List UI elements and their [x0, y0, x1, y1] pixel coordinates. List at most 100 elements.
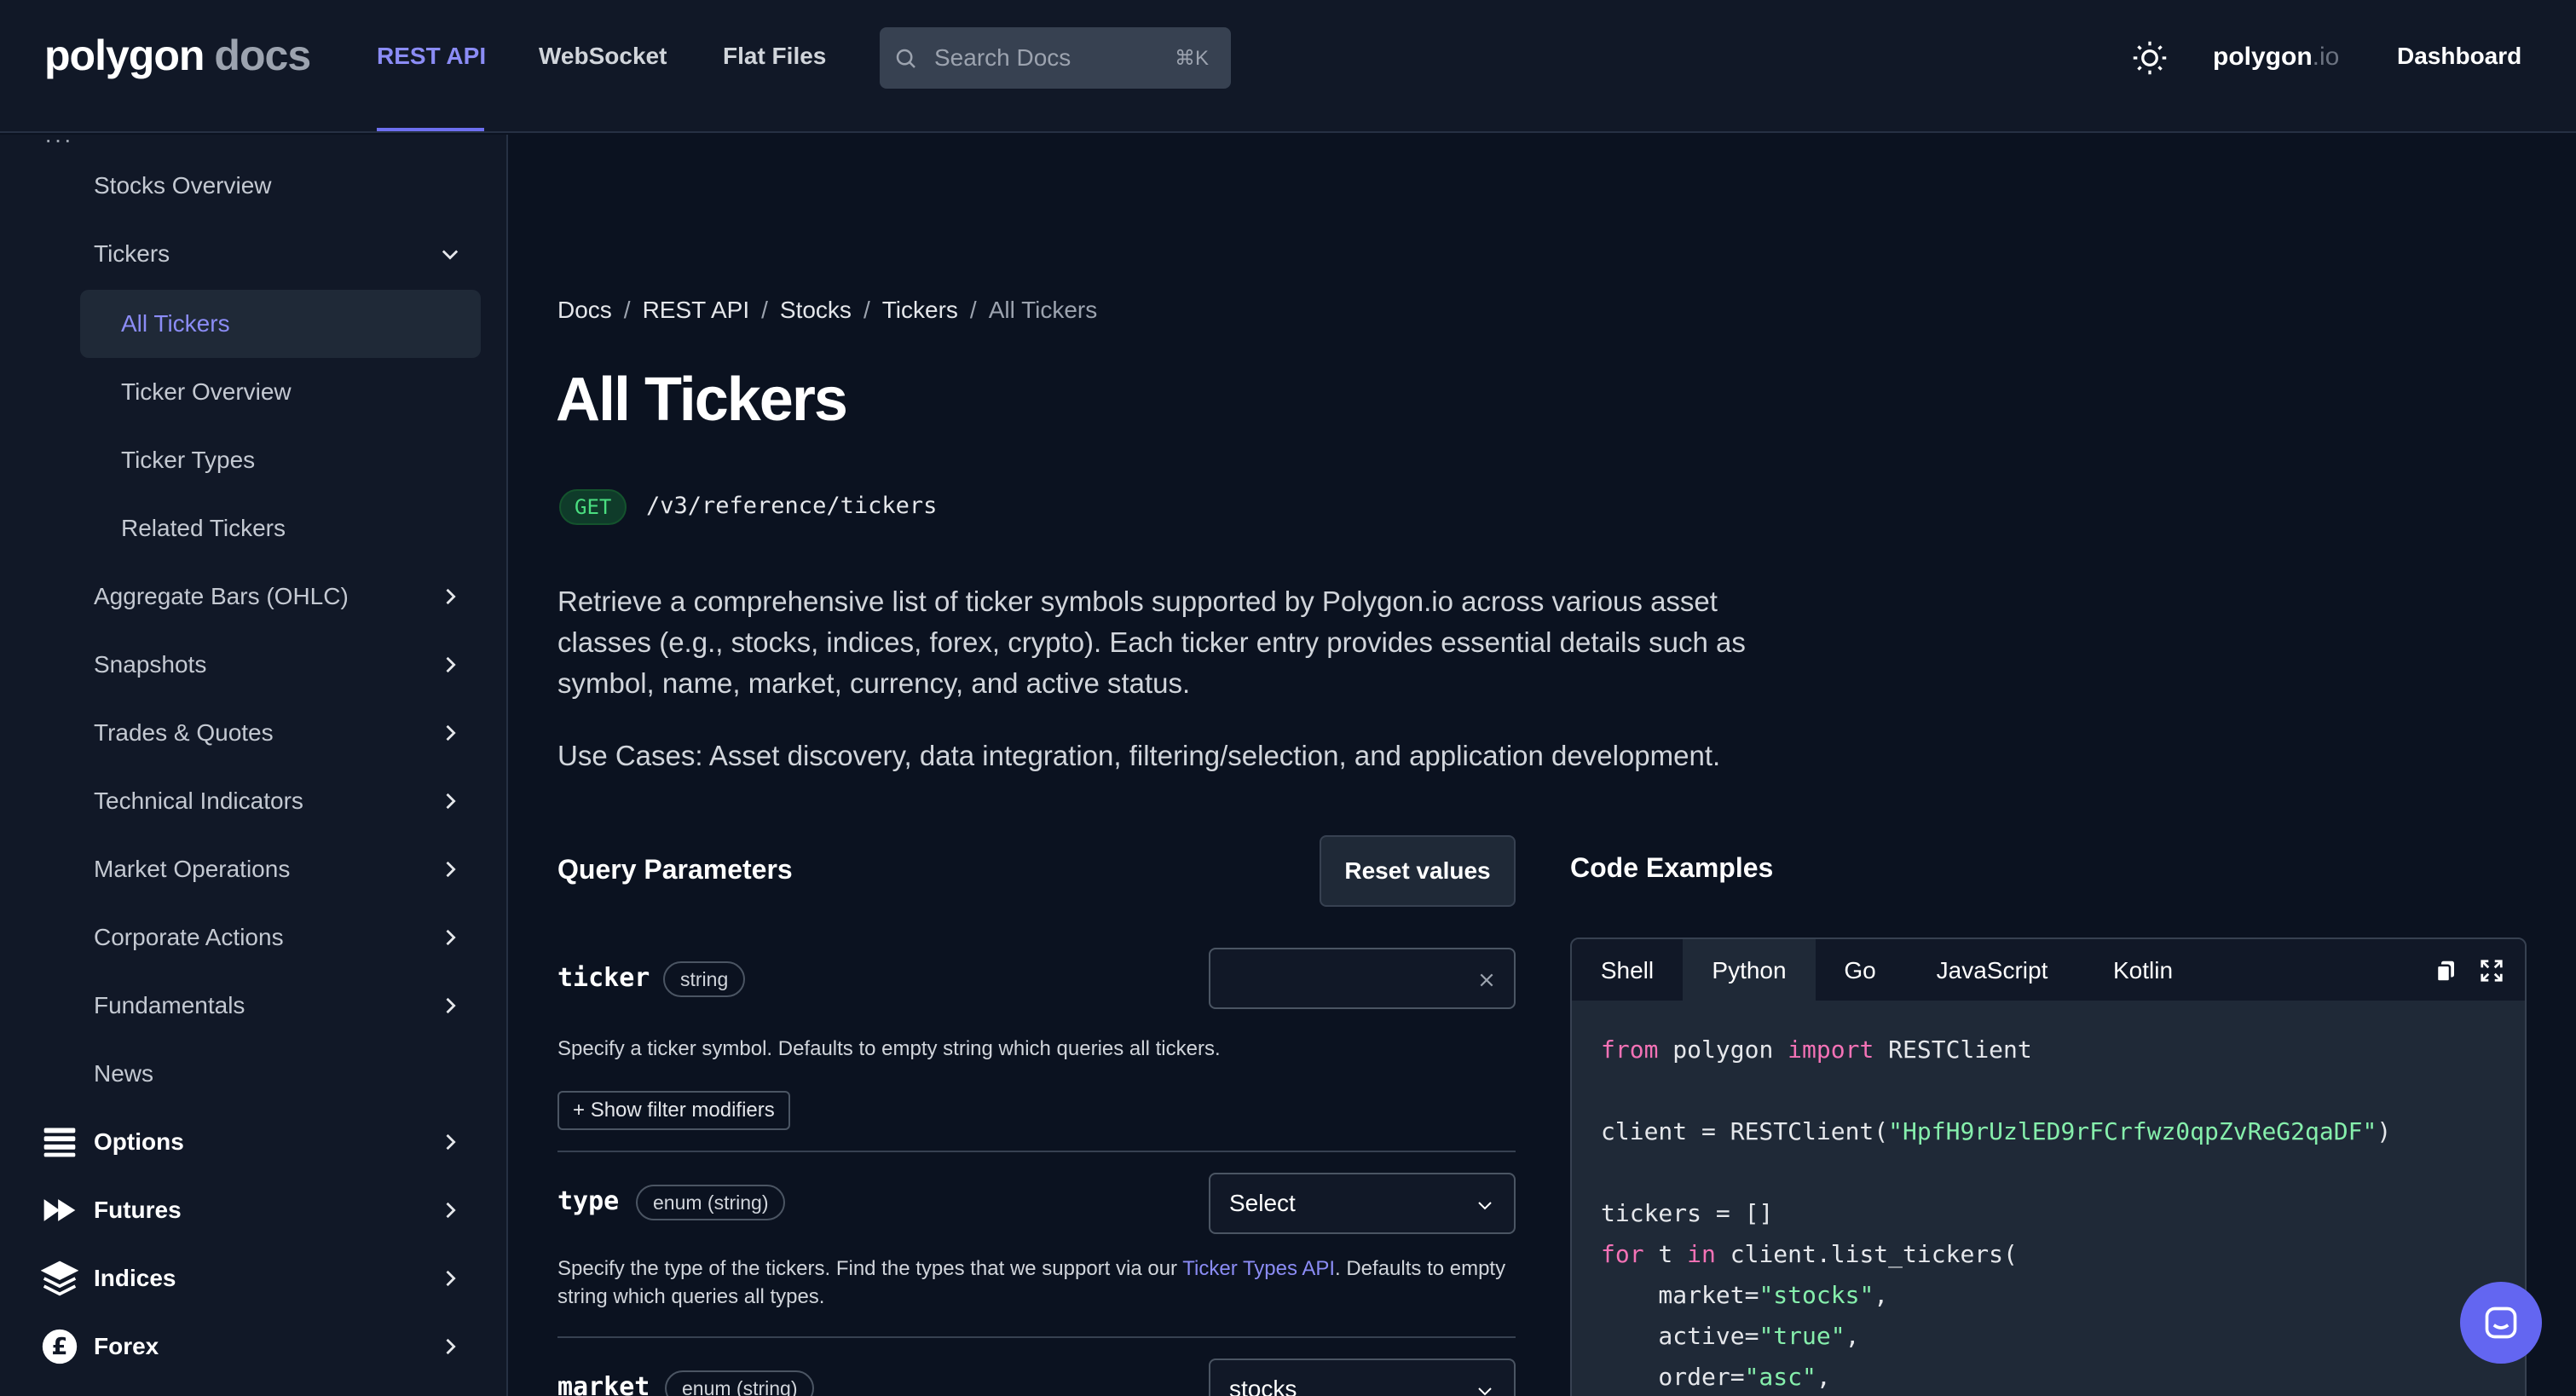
sidebar-group-options[interactable]: Options [94, 1125, 184, 1159]
sidebar-item-technical-indicators[interactable]: Technical Indicators [94, 784, 303, 818]
sidebar-item-corporate-actions[interactable]: Corporate Actions [94, 920, 284, 955]
sidebar-item-market-operations[interactable]: Market Operations [94, 852, 290, 886]
param-type-type: enum (string) [636, 1185, 786, 1220]
sidebar-group-futures[interactable]: Futures [94, 1193, 182, 1227]
more-icon: ··· [44, 126, 73, 153]
http-method-badge: GET [559, 489, 627, 525]
chevron-down-icon [1478, 1202, 1492, 1210]
breadcrumb-tickers[interactable]: Tickers [882, 297, 958, 323]
plus-icon: + [573, 1099, 591, 1122]
sidebar-item-news[interactable]: News [94, 1057, 153, 1091]
tab-javascript[interactable]: JavaScript [1904, 939, 2080, 1002]
search-placeholder: Search Docs [934, 44, 1071, 71]
brand-main: polygon [2213, 43, 2313, 71]
expand-icon[interactable] [2479, 958, 2504, 984]
copy-icon[interactable] [2433, 958, 2458, 984]
forex-pound-icon: £ [42, 1329, 78, 1364]
param-market-name: market [557, 1372, 650, 1396]
sidebar-item-all-tickers[interactable]: All Tickers [121, 307, 230, 341]
sidebar-item-related-tickers[interactable]: Related Tickers [121, 511, 286, 545]
search-shortcut: ⌘K [1174, 47, 1209, 70]
sidebar: ··· Stocks Overview Tickers All Tickers … [0, 126, 508, 1396]
nav-websocket[interactable]: WebSocket [539, 43, 667, 70]
chevron-right-icon[interactable] [438, 1335, 462, 1359]
market-select-value: stocks [1229, 1376, 1297, 1396]
sidebar-item-ticker-types[interactable]: Ticker Types [121, 443, 255, 477]
chevron-right-icon[interactable] [438, 653, 462, 677]
divider [557, 1151, 1516, 1152]
chevron-right-icon[interactable] [438, 1130, 462, 1154]
use-cases: Use Cases: Asset discovery, data integra… [557, 740, 1721, 771]
type-select-value: Select [1229, 1190, 1296, 1216]
param-type-name: type [557, 1186, 620, 1216]
breadcrumb-rest-api[interactable]: REST API [643, 297, 750, 323]
search-input[interactable]: Search Docs ⌘K [880, 27, 1231, 89]
type-select[interactable]: Select [1209, 1173, 1516, 1234]
divider [557, 1336, 1516, 1338]
tab-python[interactable]: Python [1683, 939, 1816, 1002]
api-key: HpfH9rUzlED9rFCrfwz0qpZvReG2qaDF [1903, 1117, 2363, 1145]
chevron-right-icon[interactable] [438, 926, 462, 949]
code-block: from polygon import RESTClient client = … [1601, 1035, 2392, 1391]
clear-icon[interactable] [1478, 972, 1495, 989]
sun-icon[interactable] [2131, 39, 2169, 77]
search-icon [896, 49, 915, 68]
code-examples-title: Code Examples [1570, 852, 1774, 883]
chevron-right-icon[interactable] [438, 585, 462, 609]
nav-rest-api[interactable]: REST API [377, 43, 486, 70]
sidebar-item-fundamentals[interactable]: Fundamentals [94, 989, 245, 1023]
param-ticker-name: ticker [557, 963, 650, 993]
chat-button[interactable] [2460, 1282, 2542, 1364]
chevron-right-icon[interactable] [438, 789, 462, 813]
logo[interactable]: polygon docs [44, 31, 311, 80]
tab-kotlin[interactable]: Kotlin [2080, 939, 2206, 1002]
breadcrumb: Docs / REST API / Stocks / Tickers / All Tickers [557, 297, 1098, 323]
chevron-right-icon[interactable] [438, 1198, 462, 1222]
brand-suffix: .io [2312, 43, 2340, 71]
sidebar-item-ticker-overview[interactable]: Ticker Overview [121, 375, 292, 409]
code-panel: Shell Python Go JavaScript Kotlin from p… [1570, 937, 2527, 1396]
show-filter-modifiers-button[interactable]: + Show filter modifiers [557, 1091, 790, 1130]
logo-main: polygon [44, 32, 205, 79]
sidebar-item-aggregate-bars[interactable]: Aggregate Bars (OHLC) [94, 580, 349, 614]
chevron-down-icon[interactable] [438, 242, 462, 266]
ticker-input[interactable] [1209, 948, 1516, 1009]
breadcrumb-stocks[interactable]: Stocks [780, 297, 852, 323]
indices-icon [41, 1260, 78, 1296]
top-navbar: polygon docs REST API WebSocket Flat File… [0, 0, 2576, 133]
chevron-right-icon[interactable] [438, 1266, 462, 1290]
market-select[interactable]: stocks [1209, 1359, 1516, 1396]
reset-values-button[interactable]: Reset values [1320, 835, 1516, 907]
tab-shell[interactable]: Shell [1572, 939, 1683, 1002]
sidebar-item-tickers[interactable]: Tickers [94, 237, 170, 271]
polygon-io-link[interactable]: polygon.io [2213, 43, 2339, 72]
query-params-title: Query Parameters [557, 854, 793, 885]
breadcrumb-docs[interactable]: Docs [557, 297, 612, 323]
futures-icon [43, 1199, 76, 1221]
sidebar-item-snapshots[interactable]: Snapshots [94, 648, 206, 682]
page-description: Retrieve a comprehensive list of ticker … [557, 586, 1746, 699]
nav-flat-files[interactable]: Flat Files [723, 43, 826, 70]
chevron-right-icon[interactable] [438, 721, 462, 745]
nav-active-indicator [377, 128, 484, 131]
options-icon [43, 1128, 76, 1157]
param-ticker-type: string [663, 961, 746, 997]
filter-label: Show filter modifiers [590, 1099, 775, 1122]
breadcrumb-current: All Tickers [988, 297, 1098, 323]
dashboard-link[interactable]: Dashboard [2397, 43, 2521, 70]
tab-go[interactable]: Go [1816, 939, 1904, 1002]
sidebar-group-forex[interactable]: Forex [94, 1330, 159, 1364]
code-tabs: Shell Python Go JavaScript Kotlin [1572, 939, 2525, 1002]
endpoint-path: /v3/reference/tickers [646, 493, 938, 519]
chat-icon [2485, 1307, 2517, 1339]
ticker-types-api-link[interactable]: Ticker Types API [1182, 1257, 1335, 1280]
logo-suffix: docs [214, 32, 311, 79]
chevron-right-icon[interactable] [438, 857, 462, 881]
param-market-type: enum (string) [665, 1370, 815, 1396]
chevron-right-icon[interactable] [438, 994, 462, 1018]
param-type-desc: Specify the type of the tickers. Find th… [557, 1257, 1506, 1308]
sidebar-group-indices[interactable]: Indices [94, 1261, 176, 1295]
sidebar-item-stocks-overview[interactable]: Stocks Overview [94, 169, 272, 203]
sidebar-item-trades-quotes[interactable]: Trades & Quotes [94, 716, 274, 750]
param-ticker-desc: Specify a ticker symbol. Defaults to emp… [557, 1037, 1221, 1060]
